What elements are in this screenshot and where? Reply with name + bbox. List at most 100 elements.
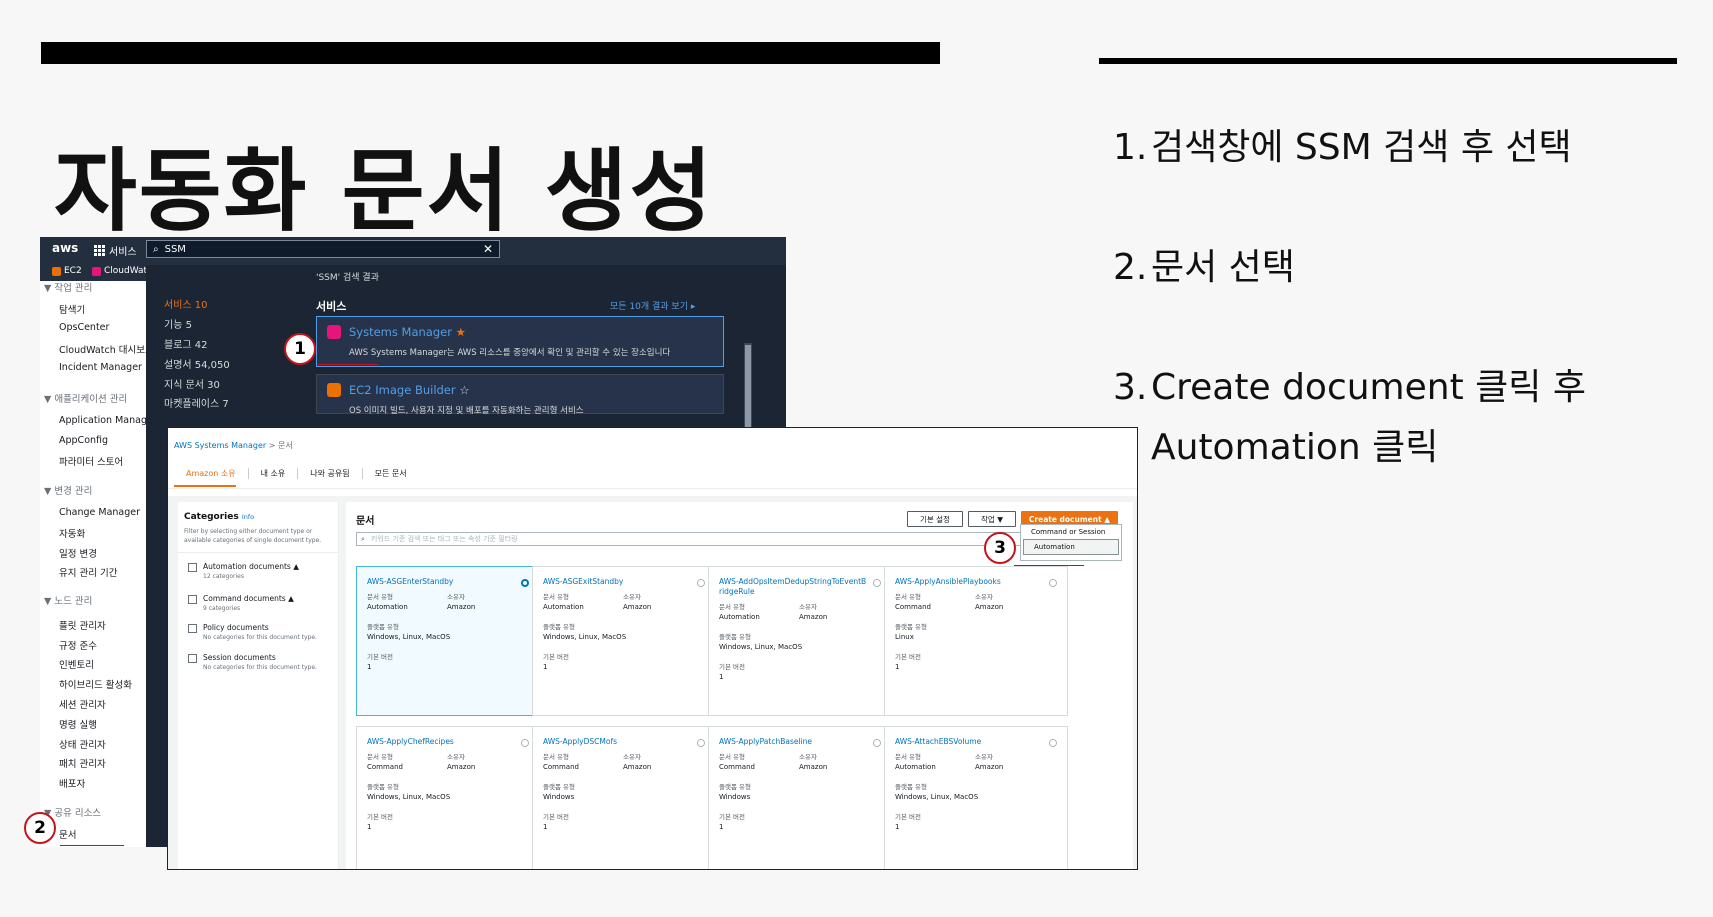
sidenav-item[interactable]: 인벤토리 — [59, 657, 94, 671]
favorite-ec2[interactable]: EC2 — [52, 266, 82, 276]
result-category[interactable]: 설명서 54,050 — [164, 356, 230, 371]
category-automation[interactable]: Automation documents ▲ 12 categories — [188, 562, 299, 580]
sidenav-item[interactable]: 하이브리드 활성화 — [59, 677, 132, 691]
document-name[interactable]: AWS-ApplyChefRecipes — [367, 737, 517, 747]
sidenav-item[interactable]: 일정 변경 — [59, 546, 97, 560]
result-category[interactable]: 블로그 42 — [164, 336, 208, 351]
sidenav-item[interactable]: Incident Manager — [59, 362, 142, 373]
sidenav-section[interactable]: ▼ 변경 관리 — [44, 483, 92, 497]
document-name[interactable]: AWS-ASGExitStandby — [543, 577, 693, 587]
tab-amazon-owned[interactable]: Amazon 소유 — [174, 468, 248, 479]
slide-title: 자동화 문서 생성 — [54, 139, 715, 244]
radio[interactable] — [521, 739, 529, 747]
document-name[interactable]: AWS-ApplyDSCMofs — [543, 737, 693, 747]
document-card[interactable]: AWS-AttachEBSVolume 문서 유형 소유자 Automation A… — [884, 726, 1068, 869]
checkbox[interactable] — [188, 595, 197, 604]
category-policy[interactable]: Policy documents No categories for this d… — [188, 623, 317, 641]
image-builder-icon — [327, 383, 341, 397]
result-category[interactable]: 기능 5 — [164, 316, 192, 331]
document-card[interactable]: AWS-ApplyChefRecipes 문서 유형 소유자 Command Ama… — [356, 726, 540, 869]
radio[interactable] — [697, 579, 705, 587]
breadcrumb-link[interactable]: AWS Systems Manager — [174, 441, 266, 450]
sidenav-item[interactable]: 상태 관리자 — [59, 737, 106, 751]
document-name[interactable]: AWS-ASGEnterStandby — [367, 577, 517, 587]
title-bar-decoration — [41, 42, 940, 64]
sidenav-section[interactable]: ▼ 노드 관리 — [44, 593, 92, 607]
ec2-icon — [52, 266, 61, 276]
radio-selected[interactable] — [521, 579, 529, 587]
sidenav-item[interactable]: AppConfig — [59, 435, 108, 446]
sidenav-item[interactable]: 규정 준수 — [59, 638, 97, 652]
documents-main: 문서 기본 설정 작업 ▼ Create document ▲ ⌕ 키워드 기준 … — [346, 502, 1133, 869]
sidenav-section[interactable]: ▼ 작업 관리 — [44, 280, 92, 294]
sidenav-item[interactable]: 탐색기 — [59, 302, 85, 316]
default-settings-button[interactable]: 기본 설정 — [907, 511, 963, 527]
sidenav-item[interactable]: 세션 관리자 — [59, 697, 106, 711]
result-category[interactable]: 지식 문서 30 — [164, 376, 220, 391]
result-ec2-image-builder[interactable]: EC2 Image Builder ☆ OS 이미지 빌드, 사용자 지정 및 … — [316, 374, 724, 416]
sidenav-item[interactable]: 배포자 — [59, 776, 85, 790]
step-text: Create document 클릭 후 Automation 클릭 — [1151, 367, 1586, 468]
tab-all-documents[interactable]: 모든 문서 — [361, 468, 419, 479]
active-tab-indicator — [174, 485, 236, 487]
document-name[interactable]: AWS-ApplyAnsiblePlaybooks — [895, 577, 1045, 587]
sidenav-item[interactable]: 명령 실행 — [59, 717, 97, 731]
document-card[interactable]: AWS-ApplyDSCMofs 문서 유형 소유자 Command Amazon … — [532, 726, 716, 869]
aws-logo[interactable]: aws — [52, 241, 78, 255]
breadcrumb-current: 문서 — [277, 441, 293, 450]
sidenav-item[interactable]: 자동화 — [59, 526, 85, 540]
sidenav-item[interactable]: Change Manager — [59, 507, 140, 518]
sidenav-item[interactable]: 플릿 관리자 — [59, 618, 106, 632]
document-card[interactable]: AWS-ApplyAnsiblePlaybooks 문서 유형 소유자 Comma… — [884, 566, 1068, 716]
breadcrumb: AWS Systems Manager > 문서 — [174, 441, 293, 450]
document-name[interactable]: AWS-AttachEBSVolume — [895, 737, 1045, 747]
sidenav-section[interactable]: ▼ 애플리케이션 관리 — [44, 391, 127, 405]
step-marker-3: 3 — [984, 532, 1016, 564]
search-icon: ⌕ — [361, 534, 365, 543]
result-systems-manager[interactable]: Systems Manager ★ AWS Systems Manager는 A… — [316, 316, 724, 367]
favorite-star-icon[interactable]: ☆ — [459, 383, 469, 397]
checkbox[interactable] — [188, 624, 197, 633]
document-card[interactable]: AWS-ASGEnterStandby 문서 유형 소유자 Automation A… — [356, 566, 540, 716]
menu-item-automation[interactable]: Automation — [1023, 539, 1119, 555]
document-name[interactable]: AWS-ApplyPatchBaseline — [719, 737, 869, 747]
actions-button[interactable]: 작업 ▼ — [968, 511, 1016, 527]
menu-item-command-or-session[interactable]: Command or Session — [1021, 525, 1121, 539]
search-input[interactable]: ⌕ SSM ✕ — [146, 240, 500, 258]
services-menu-button[interactable]: 서비스 — [94, 243, 137, 258]
sidenav-item[interactable]: CloudWatch 대시보드 — [59, 342, 154, 356]
checkbox[interactable] — [188, 654, 197, 663]
sidenav-item[interactable]: 유지 관리 기간 — [59, 565, 117, 579]
sidenav-section[interactable]: ▼ 공유 리소스 — [44, 805, 101, 819]
see-all-link[interactable]: 모든 10개 결과 보기 ▸ — [610, 299, 695, 312]
sidenav-item[interactable]: Application Manager — [59, 415, 157, 426]
clear-icon[interactable]: ✕ — [483, 242, 493, 256]
sidenav-item-documents[interactable]: 문서 — [59, 827, 76, 841]
document-card[interactable]: AWS-AddOpsItemDedupStringToEventBridgeRu… — [708, 566, 892, 716]
tab-shared-with-me[interactable]: 나와 공유됨 — [297, 468, 361, 479]
step-text: 문서 선택 — [1151, 247, 1295, 288]
result-category[interactable]: 서비스 10 — [164, 296, 208, 311]
category-command[interactable]: Command documents ▲ 9 categories — [188, 594, 294, 612]
category-session[interactable]: Session documents No categories for this … — [188, 653, 317, 671]
radio[interactable] — [1049, 739, 1057, 747]
documents-title: 문서 — [356, 516, 375, 527]
document-card[interactable]: AWS-ASGExitStandby 문서 유형 소유자 Automation Am… — [532, 566, 716, 716]
favorite-star-icon[interactable]: ★ — [456, 325, 466, 339]
sidenav-item[interactable]: 패치 관리자 — [59, 756, 106, 770]
checkbox[interactable] — [188, 563, 197, 572]
result-category[interactable]: 마켓플레이스 7 — [164, 395, 229, 410]
radio[interactable] — [1049, 579, 1057, 587]
document-name[interactable]: AWS-AddOpsItemDedupStringToEventBridgeRu… — [719, 577, 869, 597]
sidenav-item[interactable]: 파라미터 스토어 — [59, 454, 123, 468]
sidenav-item[interactable]: OpsCenter — [59, 322, 109, 333]
filter-input[interactable]: ⌕ 키워드 기준 검색 또는 태그 또는 속성 기준 필터링 — [356, 532, 1056, 546]
info-link[interactable]: Info — [242, 513, 254, 521]
steps-list: 1. 검색창에 SSM 검색 후 선택 2. 문서 선택 3. Create docu… — [1113, 118, 1673, 538]
results-heading: 'SSM' 검색 결과 — [316, 273, 379, 283]
tab-owned-by-me[interactable]: 내 소유 — [247, 468, 298, 479]
document-card[interactable]: AWS-ApplyPatchBaseline 문서 유형 소유자 Command A… — [708, 726, 892, 869]
radio[interactable] — [873, 739, 881, 747]
radio[interactable] — [873, 579, 881, 587]
radio[interactable] — [697, 739, 705, 747]
